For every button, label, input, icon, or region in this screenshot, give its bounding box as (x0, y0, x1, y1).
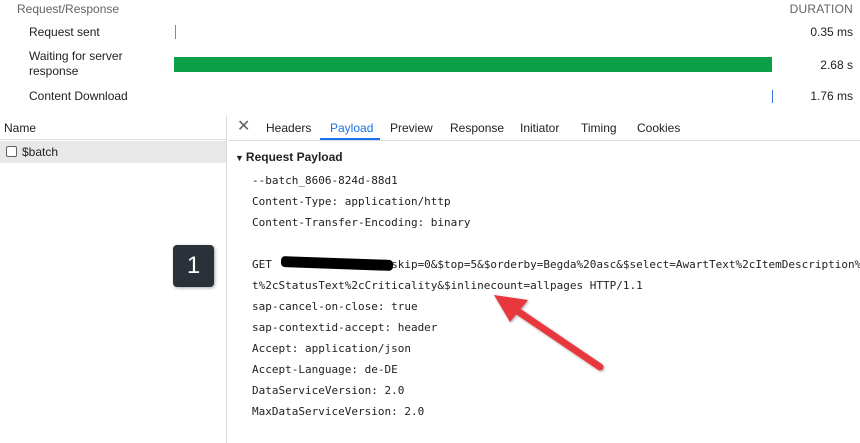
duration-column-label: DURATION (789, 2, 853, 16)
waiting-bar (174, 57, 772, 72)
tab-response[interactable]: Response (450, 121, 504, 135)
annotation-arrow-icon (494, 295, 604, 371)
timing-section-label: Request/Response (17, 2, 120, 16)
tab-initiator[interactable]: Initiator (520, 121, 559, 135)
payload-line: Content-Type: application/http (252, 195, 451, 208)
payload-line: t%2cStatusText%2cCriticality&$inlinecoun… (252, 279, 643, 292)
details-tab-bar: ✕ Headers Payload Preview Response Initi… (228, 115, 860, 141)
timing-row-value: 1.76 ms (810, 89, 853, 103)
timing-row-label: Waiting for server response (29, 49, 123, 78)
timing-row-value: 0.35 ms (810, 25, 853, 39)
request-row-batch[interactable]: $batch (0, 141, 226, 163)
request-name: $batch (22, 145, 59, 159)
name-column-header[interactable]: Name (0, 115, 226, 140)
timing-panel: Request/Response DURATION Request sent 0… (0, 0, 860, 113)
checkbox-icon[interactable] (6, 146, 17, 157)
payload-line: Accept-Language: de-DE (252, 363, 398, 376)
close-icon[interactable]: ✕ (237, 118, 250, 136)
tab-headers[interactable]: Headers (266, 121, 311, 135)
timing-row-content-download: Content Download 1.76 ms (29, 89, 853, 105)
triangle-down-icon: ▼ (235, 153, 244, 163)
timing-header: Request/Response DURATION (17, 2, 853, 18)
timing-row-request-sent: Request sent 0.35 ms (29, 25, 853, 41)
payload-line: Accept: application/json (252, 342, 411, 355)
timing-tick-content-download (772, 90, 773, 103)
payload-line: MaxDataServiceVersion: 2.0 (252, 405, 425, 418)
payload-line: Content-Transfer-Encoding: binary (252, 216, 471, 229)
timing-row-label: Content Download (29, 89, 128, 103)
payload-line: sap-cancel-on-close: true (252, 300, 418, 313)
payload-line: DataServiceVersion: 2.0 (252, 384, 405, 397)
timing-bar-track (174, 57, 772, 72)
timing-tick-request-sent (175, 25, 176, 39)
name-column-label: Name (4, 121, 37, 135)
request-payload-toggle[interactable]: ▼ Request Payload (235, 150, 343, 164)
timing-row-value: 2.68 s (820, 58, 853, 72)
tab-preview[interactable]: Preview (390, 121, 433, 135)
tab-payload[interactable]: Payload (330, 121, 373, 135)
tab-timing[interactable]: Timing (581, 121, 617, 135)
active-tab-indicator (320, 138, 380, 140)
tab-cookies[interactable]: Cookies (637, 121, 680, 135)
timing-row-label: Request sent (29, 25, 100, 39)
payload-line: --batch_8606-824d-88d1 (252, 174, 398, 187)
request-payload-title: Request Payload (245, 150, 343, 164)
payload-line: sap-contextid-accept: header (252, 321, 438, 334)
annotation-badge: 1 (173, 245, 214, 287)
